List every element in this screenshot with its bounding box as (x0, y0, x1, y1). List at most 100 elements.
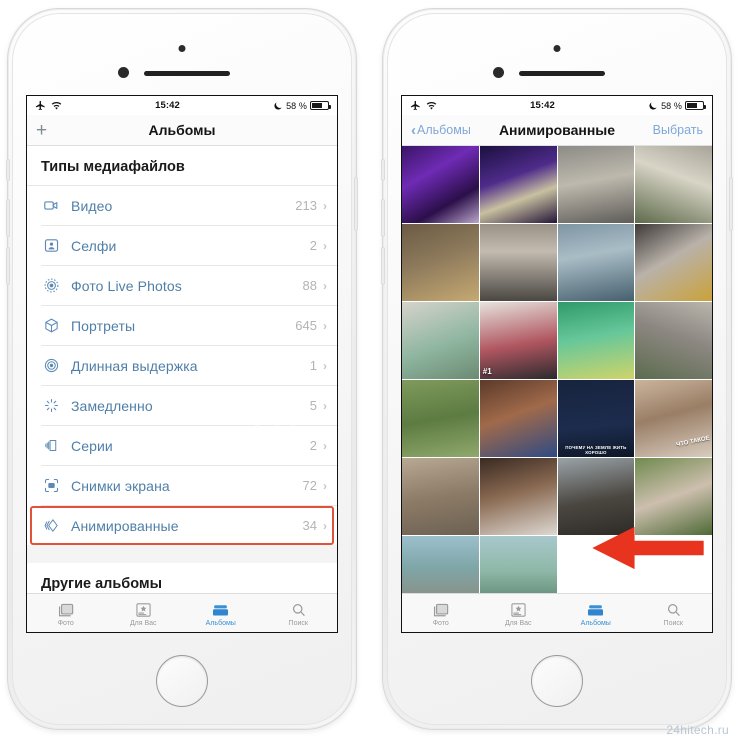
photo-thumbnail[interactable] (635, 224, 712, 301)
volume-down-button-right[interactable] (381, 247, 385, 285)
volume-up-button-left[interactable] (6, 199, 10, 237)
chevron-right-icon: › (323, 358, 327, 373)
photo-overlay-caption: ПОЧЕМУ НА ЗЕМЛЕ ЖИТЬ ХОРОШО (565, 445, 627, 455)
list-item-bursts[interactable]: Серии 2 › (27, 426, 337, 465)
section-header-media-types: Типы медиафайлов (27, 146, 337, 185)
photo-thumbnail[interactable] (402, 458, 479, 535)
page-title-left: Альбомы (148, 122, 216, 138)
photo-thumbnail[interactable] (479, 146, 557, 223)
tab-photos[interactable]: Фото (27, 600, 105, 627)
battery-percent-left: 58 % (286, 100, 307, 111)
tab-for-you[interactable]: Для Вас (105, 600, 183, 627)
tab-label: Поиск (663, 619, 683, 627)
do-not-disturb-icon (649, 101, 657, 110)
chevron-right-icon: › (323, 198, 327, 213)
iphone-right: 15:42 58 % ‹ Альбомы Анимированные Выбра… (381, 8, 733, 730)
photo-thumbnail[interactable] (557, 224, 635, 301)
albums-icon (586, 600, 605, 618)
tab-label: Поиск (288, 619, 308, 627)
list-item-label: Селфи (71, 237, 117, 254)
animated-icon (39, 517, 63, 534)
nav-bar-left: + Альбомы (27, 115, 337, 146)
photo-thumbnail[interactable]: #1 (479, 302, 557, 379)
chevron-left-icon: ‹ (411, 121, 416, 139)
photo-thumbnail[interactable] (402, 302, 479, 379)
list-item-selfies[interactable]: Селфи 2 › (27, 226, 337, 265)
select-button[interactable]: Выбрать (653, 123, 703, 137)
screen-left: 15:42 58 % + Альбомы ЯБ Типы медиафайлов (26, 95, 338, 633)
battery-icon-left (310, 101, 331, 110)
earpiece-speaker-left (144, 71, 230, 76)
status-right-icons-right: 58 % (648, 101, 706, 111)
list-item-label: Длинная выдержка (71, 357, 198, 374)
albums-list[interactable]: ЯБ Типы медиафайлов Видео 213 › (27, 146, 337, 632)
photo-thumbnail[interactable] (479, 224, 557, 301)
screenshot-canvas: 15:42 58 % + Альбомы ЯБ Типы медиафайлов (0, 0, 737, 743)
tab-for-you[interactable]: Для Вас (480, 600, 558, 627)
list-item-long-exposure[interactable]: Длинная выдержка 1 › (27, 346, 337, 385)
power-button-left[interactable] (354, 177, 358, 231)
add-album-button[interactable]: + (36, 121, 47, 140)
back-to-albums-button[interactable]: ‹ Альбомы (411, 123, 471, 138)
photo-thumbnail[interactable] (635, 146, 712, 223)
photo-thumbnail[interactable]: ПОЧЕМУ НА ЗЕМЛЕ ЖИТЬ ХОРОШО (557, 380, 635, 457)
list-item-video[interactable]: Видео 213 › (27, 186, 337, 225)
tab-label: Для Вас (504, 619, 532, 627)
chevron-right-icon: › (323, 438, 327, 453)
photo-thumbnail[interactable] (479, 458, 557, 535)
photo-grid-container[interactable]: #1 ПОЧЕМУ НА ЗЕМЛЕ ЖИТЬ ХОРОШО ЧТО ТАКОЕ (402, 146, 712, 632)
rear-sensor-icon-left (178, 45, 186, 52)
tab-label: Фото (432, 619, 449, 627)
tab-label: Для Вас (129, 619, 157, 627)
list-item-screenshots[interactable]: Снимки экрана 72 › (27, 466, 337, 505)
list-item-portraits[interactable]: Портреты 645 › (27, 306, 337, 345)
chevron-right-icon: › (323, 238, 327, 253)
red-arrow-annotation (592, 526, 704, 570)
volume-up-button-right[interactable] (381, 199, 385, 237)
photo-thumbnail[interactable] (402, 224, 479, 301)
tab-bar-left[interactable]: Фото Для Вас Альбомы Поиск (27, 593, 337, 632)
chevron-right-icon: › (323, 318, 327, 333)
list-item-label: Снимки экрана (71, 477, 170, 494)
photo-thumbnail[interactable] (479, 380, 557, 457)
status-bar-right: 15:42 58 % (402, 96, 712, 115)
list-item-label: Видео (71, 197, 113, 214)
nav-bar-right: ‹ Альбомы Анимированные Выбрать (402, 115, 712, 146)
mute-switch-right[interactable] (381, 159, 385, 181)
tab-albums[interactable]: Альбомы (557, 600, 635, 627)
tab-search[interactable]: Поиск (635, 600, 713, 627)
front-camera-icon-right (493, 67, 504, 78)
status-time-right: 15:42 (530, 100, 555, 111)
photo-thumbnail[interactable] (557, 302, 635, 379)
list-item-count: 213 (295, 198, 317, 213)
list-item-label: Анимированные (71, 517, 179, 534)
photo-thumbnail[interactable] (635, 302, 712, 379)
volume-down-button-left[interactable] (6, 247, 10, 285)
airplane-mode-icon (35, 100, 45, 111)
photo-overlay-sticker: ЧТО ТАКОЕ (675, 435, 711, 449)
photo-thumbnail[interactable] (402, 380, 479, 457)
photo-thumbnail[interactable]: ЧТО ТАКОЕ (635, 380, 712, 457)
tab-photos[interactable]: Фото (402, 600, 480, 627)
mute-switch-left[interactable] (6, 159, 10, 181)
list-item-animated[interactable]: Анимированные 34 › (27, 506, 337, 545)
list-item-count: 2 (309, 238, 317, 253)
tab-albums[interactable]: Альбомы (182, 600, 260, 627)
home-button-left[interactable] (156, 655, 208, 707)
portrait-icon (39, 317, 63, 334)
tab-bar-right[interactable]: Фото Для Вас Альбомы Поиск (402, 593, 712, 632)
photo-thumbnail[interactable] (557, 146, 635, 223)
status-left-icons-left (35, 100, 62, 111)
list-item-label: Замедленно (71, 397, 153, 414)
tab-search[interactable]: Поиск (260, 600, 338, 627)
foryou-icon (510, 600, 527, 618)
list-item-slow-motion[interactable]: Замедленно 5 › (27, 386, 337, 425)
list-item-count: 5 (309, 398, 317, 413)
photo-thumbnail[interactable] (402, 146, 479, 223)
search-icon (290, 600, 307, 618)
section-gap (27, 545, 337, 563)
list-item-live-photos[interactable]: Фото Live Photos 88 › (27, 266, 337, 305)
home-button-right[interactable] (531, 655, 583, 707)
power-button-right[interactable] (729, 177, 733, 231)
rear-sensor-icon-right (553, 45, 561, 52)
